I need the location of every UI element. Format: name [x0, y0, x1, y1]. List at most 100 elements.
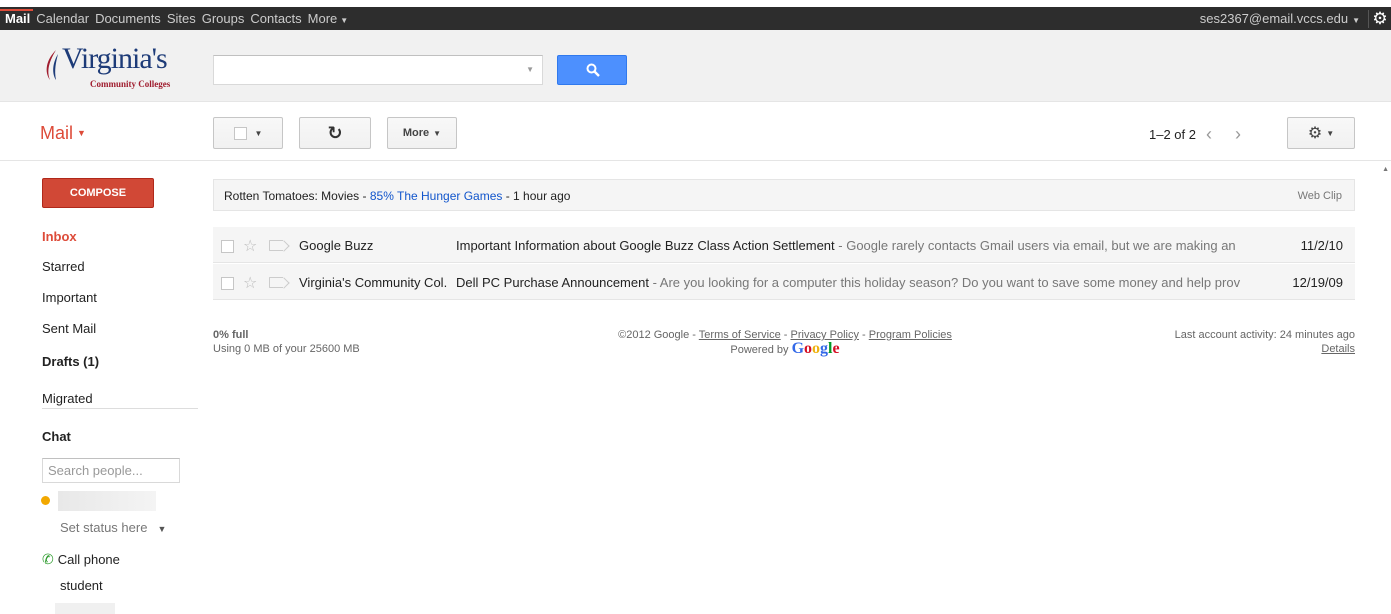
- pager-count: 1–2 of 2: [1149, 127, 1196, 142]
- web-clip-source: Rotten Tomatoes: Movies: [224, 189, 360, 203]
- important-marker-icon[interactable]: [269, 277, 283, 288]
- account-activity: Last account activity: 24 minutes ago De…: [1175, 328, 1355, 356]
- status-dot-icon: [41, 496, 50, 505]
- terms-link[interactable]: Terms of Service: [699, 329, 781, 341]
- email-sender: Virginia's Community Col.: [299, 275, 448, 290]
- web-clip: Rotten Tomatoes: Movies - 85% The Hunger…: [213, 179, 1355, 211]
- web-clip-link[interactable]: 85% The Hunger Games: [370, 189, 503, 203]
- important-marker-icon[interactable]: [269, 240, 283, 251]
- last-activity: Last account activity: 24 minutes ago: [1174, 329, 1355, 341]
- email-row[interactable]: ☆ Virginia's Community Col. Dell PC Purc…: [213, 264, 1355, 300]
- nav-more-label: More: [307, 11, 338, 26]
- refresh-button[interactable]: ↻: [299, 117, 371, 149]
- nav-calendar[interactable]: Calendar: [33, 11, 92, 26]
- chevron-down-icon[interactable]: ▼: [526, 65, 534, 74]
- program-policies-link[interactable]: Program Policies: [869, 329, 952, 341]
- chevron-down-icon: ▼: [77, 128, 86, 138]
- header: Virginia's Community Colleges ▼: [0, 30, 1391, 102]
- star-icon[interactable]: ☆: [243, 236, 257, 256]
- chat-search-input[interactable]: Search people...: [42, 458, 180, 483]
- email-subject: Important Information about Google Buzz …: [456, 238, 1236, 253]
- powered-by: Powered by Google: [730, 341, 839, 357]
- email-subject-text: Dell PC Purchase Announcement: [456, 275, 649, 290]
- web-clip-time: 1 hour ago: [513, 189, 571, 203]
- compose-button[interactable]: COMPOSE: [42, 178, 154, 208]
- account-area: ses2367@email.vccs.edu ▼ ⚙: [1200, 7, 1391, 30]
- sidebar-item-drafts[interactable]: Drafts (1): [42, 354, 99, 369]
- nav-sites[interactable]: Sites: [164, 11, 199, 26]
- more-button[interactable]: More ▼: [387, 117, 457, 149]
- settings-button[interactable]: ⚙ ▼: [1287, 117, 1355, 149]
- chat-contact[interactable]: student: [60, 578, 103, 593]
- nav-groups[interactable]: Groups: [199, 11, 248, 26]
- email-row[interactable]: ☆ Google Buzz Important Information abou…: [213, 227, 1355, 263]
- google-letter: o: [812, 340, 821, 357]
- logo[interactable]: Virginia's Community Colleges: [42, 42, 182, 89]
- email-date: 12/19/09: [1292, 275, 1343, 290]
- nav-more[interactable]: More ▼: [305, 11, 352, 26]
- web-clip-tag[interactable]: Web Clip: [1298, 190, 1342, 202]
- refresh-icon: ↻: [327, 122, 343, 143]
- logo-subtitle: Community Colleges: [90, 79, 171, 89]
- email-sender: Google Buzz: [299, 238, 374, 253]
- storage-usage: 0% full Using 0 MB of your 25600 MB: [213, 328, 360, 356]
- powered-by-label: Powered by: [730, 344, 789, 356]
- chevron-down-icon: ▼: [433, 128, 442, 138]
- email-snippet: Are you looking for a computer this holi…: [659, 275, 1241, 290]
- mail-menu-label: Mail: [40, 123, 74, 143]
- select-checkbox[interactable]: [233, 126, 247, 140]
- chevron-left-icon[interactable]: ‹: [1206, 124, 1212, 145]
- gear-icon: ⚙: [1307, 125, 1323, 142]
- logo-name: Virginia's: [62, 42, 168, 75]
- row-checkbox[interactable]: [221, 277, 234, 290]
- sidebar-item-sent[interactable]: Sent Mail: [42, 321, 96, 336]
- star-icon[interactable]: ☆: [243, 273, 257, 293]
- account-email: ses2367@email.vccs.edu: [1199, 11, 1349, 26]
- chevron-down-icon: ▼: [254, 128, 263, 138]
- chevron-right-icon[interactable]: ›: [1235, 124, 1241, 145]
- more-label: More: [402, 127, 430, 139]
- redacted-contact: [55, 603, 115, 614]
- divider: [42, 408, 198, 409]
- details-link[interactable]: Details: [1321, 343, 1355, 355]
- mail-menu[interactable]: Mail ▼: [40, 123, 86, 144]
- google-letter: g: [820, 340, 829, 357]
- app-nav: Mail Calendar Documents Sites Groups Con…: [0, 7, 351, 30]
- nav-documents[interactable]: Documents: [92, 11, 164, 26]
- redacted-name: [58, 491, 156, 511]
- gear-icon[interactable]: ⚙: [1369, 9, 1391, 29]
- usage-percent: 0% full: [213, 329, 249, 341]
- call-phone-link[interactable]: ✆ Call phone: [42, 551, 120, 568]
- select-button[interactable]: ▼: [213, 117, 283, 149]
- scroll-up-icon[interactable]: ▲: [1382, 166, 1389, 173]
- web-clip-text: Rotten Tomatoes: Movies - 85% The Hunger…: [224, 189, 571, 203]
- footer-links: ©2012 Google - Terms of Service - Privac…: [618, 329, 952, 357]
- google-logo: Google: [792, 340, 840, 357]
- search-icon: [586, 63, 600, 77]
- usage-detail: Using 0 MB of your 25600 MB: [213, 343, 360, 355]
- search-button[interactable]: [557, 55, 627, 85]
- email-subject-text: Important Information about Google Buzz …: [456, 238, 835, 253]
- sidebar-item-important[interactable]: Important: [42, 290, 97, 305]
- chevron-down-icon: ▼: [1326, 128, 1335, 138]
- email-date: 11/2/10: [1300, 238, 1343, 253]
- sidebar-item-migrated[interactable]: Migrated: [42, 391, 93, 406]
- status-label: Set status here: [60, 520, 148, 535]
- nav-contacts[interactable]: Contacts: [247, 11, 304, 26]
- sidebar-item-inbox[interactable]: Inbox: [42, 229, 77, 244]
- chevron-down-icon: ▼: [340, 16, 349, 25]
- toolbar: Mail ▼ ▼ ↻ More ▼ 1–2 of 2 ‹ › ⚙ ▼: [0, 103, 1391, 161]
- status-menu[interactable]: Set status here ▼: [60, 520, 166, 535]
- nav-mail[interactable]: Mail: [0, 9, 34, 26]
- account-menu[interactable]: ses2367@email.vccs.edu ▼: [1200, 11, 1368, 26]
- copyright: ©2012 Google -: [618, 329, 696, 341]
- chevron-down-icon: ▼: [1352, 16, 1360, 25]
- chevron-down-icon: ▼: [157, 524, 167, 534]
- phone-icon: ✆: [42, 551, 54, 567]
- email-snippet: Google rarely contacts Gmail users via e…: [846, 238, 1236, 253]
- row-checkbox[interactable]: [221, 240, 234, 253]
- google-letter: e: [832, 340, 840, 357]
- search-input[interactable]: ▼: [213, 55, 543, 85]
- google-letter: G: [791, 340, 805, 357]
- sidebar-item-starred[interactable]: Starred: [42, 259, 85, 274]
